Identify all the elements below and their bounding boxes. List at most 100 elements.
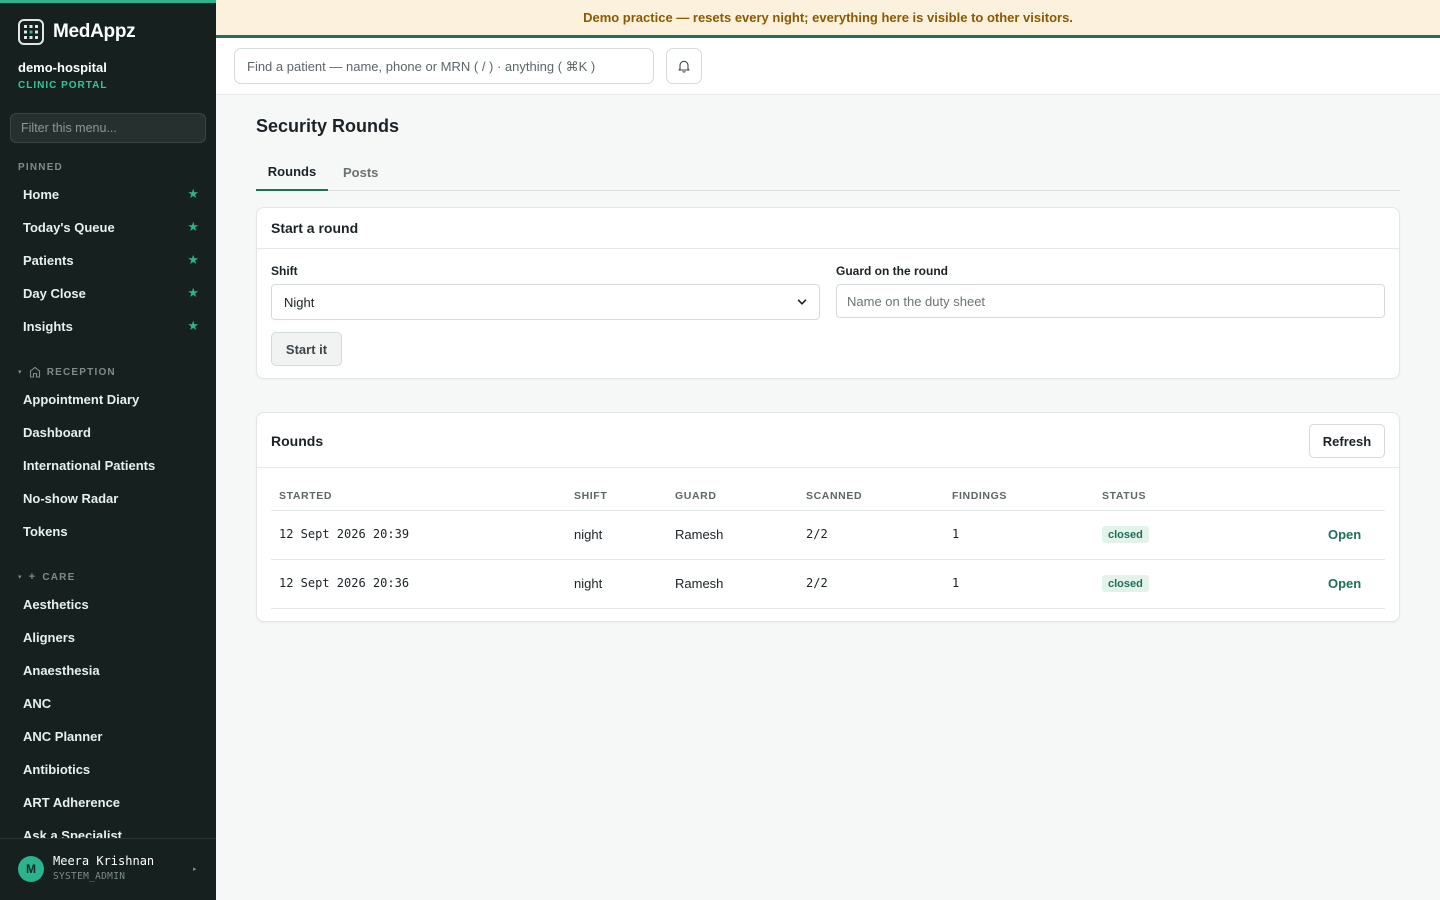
cell-findings: 1 xyxy=(952,576,960,590)
sidebar-item-label: Appointment Diary xyxy=(23,391,140,407)
demo-banner: Demo practice — resets every night; ever… xyxy=(216,0,1440,38)
sidebar-item-label: ART Adherence xyxy=(23,794,121,810)
section-label-care[interactable]: ▾ + CARE xyxy=(18,571,75,583)
grid-logo-icon xyxy=(18,19,44,45)
tab-rounds[interactable]: Rounds xyxy=(256,154,328,191)
plus-icon: + xyxy=(28,571,37,583)
column-header: SHIFT xyxy=(574,490,608,502)
section-label-pinned-text: PINNED xyxy=(18,162,63,173)
cell-shift: night xyxy=(574,527,603,542)
sidebar-item-label: Anaesthesia xyxy=(23,662,100,678)
cell-guard: Ramesh xyxy=(675,576,724,591)
notifications-button[interactable] xyxy=(666,48,702,84)
card-header: Start a round xyxy=(257,208,1399,249)
guard-label: Guard on the round xyxy=(836,264,948,278)
sidebar-item-aligners[interactable]: Aligners xyxy=(10,622,206,652)
user-name: Meera Krishnan xyxy=(53,854,155,868)
building-icon xyxy=(29,366,40,378)
column-header: STATUS xyxy=(1102,490,1147,502)
column-header: FINDINGS xyxy=(952,490,1007,502)
shift-select[interactable]: Night xyxy=(271,284,820,320)
tabs: Rounds Posts xyxy=(256,154,1400,191)
brand-name: MedAppz xyxy=(53,21,136,42)
sidebar-item-anaesthesia[interactable]: Anaesthesia xyxy=(10,655,206,685)
caret-icon[interactable]: ▸ xyxy=(193,865,197,873)
sidebar-item-label: Day Close xyxy=(23,285,86,301)
sidebar-item-tokens[interactable]: Tokens xyxy=(10,516,206,546)
sidebar-item-anc-planner[interactable]: ANC Planner xyxy=(10,721,206,751)
section-label-reception[interactable]: ▾ RECEPTION xyxy=(18,366,116,378)
sidebar-item-label: Patients xyxy=(23,252,74,268)
column-header: STARTED xyxy=(279,490,333,502)
section-label-care-text: CARE xyxy=(42,571,76,583)
sidebar-item-label: International Patients xyxy=(23,457,156,473)
sidebar-item-aesthetics[interactable]: Aesthetics xyxy=(10,589,206,619)
divider xyxy=(271,608,1385,609)
tab-label: Rounds xyxy=(267,164,317,179)
sidebar-item-day-close[interactable]: Day Close ★ xyxy=(10,278,206,308)
column-header: GUARD xyxy=(675,490,717,502)
rounds-card: Rounds Refresh STARTED SHIFT GUARD SCANN… xyxy=(256,412,1400,622)
sidebar-item-label: ANC Planner xyxy=(23,728,103,744)
sidebar-item-label: Home xyxy=(23,186,60,202)
sidebar-accent-bar xyxy=(0,0,216,3)
sidebar-item-antibiotics[interactable]: Antibiotics xyxy=(10,754,206,784)
section-label-pinned: PINNED xyxy=(18,162,63,173)
divider xyxy=(271,559,1385,560)
sidebar-item-label: Insights xyxy=(23,318,73,334)
bell-icon xyxy=(678,60,690,73)
shift-label: Shift xyxy=(271,264,298,278)
caret-down-icon: ▾ xyxy=(18,369,23,376)
user-menu[interactable]: M Meera Krishnan SYSTEM_ADMIN ▸ xyxy=(0,838,216,900)
start-round-button[interactable]: Start it xyxy=(271,332,342,366)
open-round-link[interactable]: Open xyxy=(1328,527,1361,542)
tab-posts[interactable]: Posts xyxy=(343,154,378,191)
guard-input[interactable] xyxy=(836,284,1385,318)
sidebar-item-todays-queue[interactable]: Today's Queue ★ xyxy=(10,212,206,242)
sidebar-item-dashboard[interactable]: Dashboard xyxy=(10,417,206,447)
demo-banner-text: Demo practice — resets every night; ever… xyxy=(583,10,1073,25)
tab-label: Posts xyxy=(343,165,379,180)
cell-scanned: 2/2 xyxy=(806,527,828,541)
avatar: M xyxy=(18,856,44,882)
page-title: Security Rounds xyxy=(256,116,400,136)
cell-started: 12 Sept 2026 20:36 xyxy=(279,576,410,590)
sidebar-item-no-show-radar[interactable]: No-show Radar xyxy=(10,483,206,513)
star-icon[interactable]: ★ xyxy=(187,219,199,235)
sidebar-item-anc[interactable]: ANC xyxy=(10,688,206,718)
sidebar-item-patients[interactable]: Patients ★ xyxy=(10,245,206,275)
cell-shift: night xyxy=(574,576,603,591)
sidebar-item-label: Today's Queue xyxy=(23,219,115,235)
divider xyxy=(271,510,1385,511)
brand[interactable]: MedAppz xyxy=(18,19,136,45)
user-role: SYSTEM_ADMIN xyxy=(53,871,126,882)
star-icon[interactable]: ★ xyxy=(187,186,199,202)
chevron-down-icon xyxy=(797,299,807,305)
sidebar-item-art-adherence[interactable]: ART Adherence xyxy=(10,787,206,817)
cell-guard: Ramesh xyxy=(675,527,724,542)
status-badge: closed xyxy=(1102,575,1149,592)
sidebar-item-label: Tokens xyxy=(23,523,68,539)
open-round-link[interactable]: Open xyxy=(1328,576,1361,591)
refresh-button[interactable]: Refresh xyxy=(1309,424,1385,458)
patient-search-input[interactable] xyxy=(234,48,654,84)
sidebar-item-international-patients[interactable]: International Patients xyxy=(10,450,206,480)
card-header: Rounds Refresh xyxy=(257,413,1399,468)
cell-started: 12 Sept 2026 20:39 xyxy=(279,527,410,541)
cell-scanned: 2/2 xyxy=(806,576,828,590)
star-icon[interactable]: ★ xyxy=(187,252,199,268)
menu-filter-input[interactable] xyxy=(10,113,206,143)
caret-down-icon: ▾ xyxy=(18,574,23,581)
cell-findings: 1 xyxy=(952,527,960,541)
card-title: Start a round xyxy=(271,220,359,236)
sidebar-item-label: Aligners xyxy=(23,629,76,645)
column-header: SCANNED xyxy=(806,490,863,502)
sidebar-item-insights[interactable]: Insights ★ xyxy=(10,311,206,341)
sidebar-item-home[interactable]: Home ★ xyxy=(10,179,206,209)
star-icon[interactable]: ★ xyxy=(187,318,199,334)
sidebar: MedAppz demo-hospital CLINIC PORTAL PINN… xyxy=(0,0,216,900)
sidebar-item-appointment-diary[interactable]: Appointment Diary xyxy=(10,384,206,414)
section-label-reception-text: RECEPTION xyxy=(46,366,116,378)
star-icon[interactable]: ★ xyxy=(187,285,199,301)
start-round-card: Start a round Shift Night Guard on the r… xyxy=(256,207,1400,379)
